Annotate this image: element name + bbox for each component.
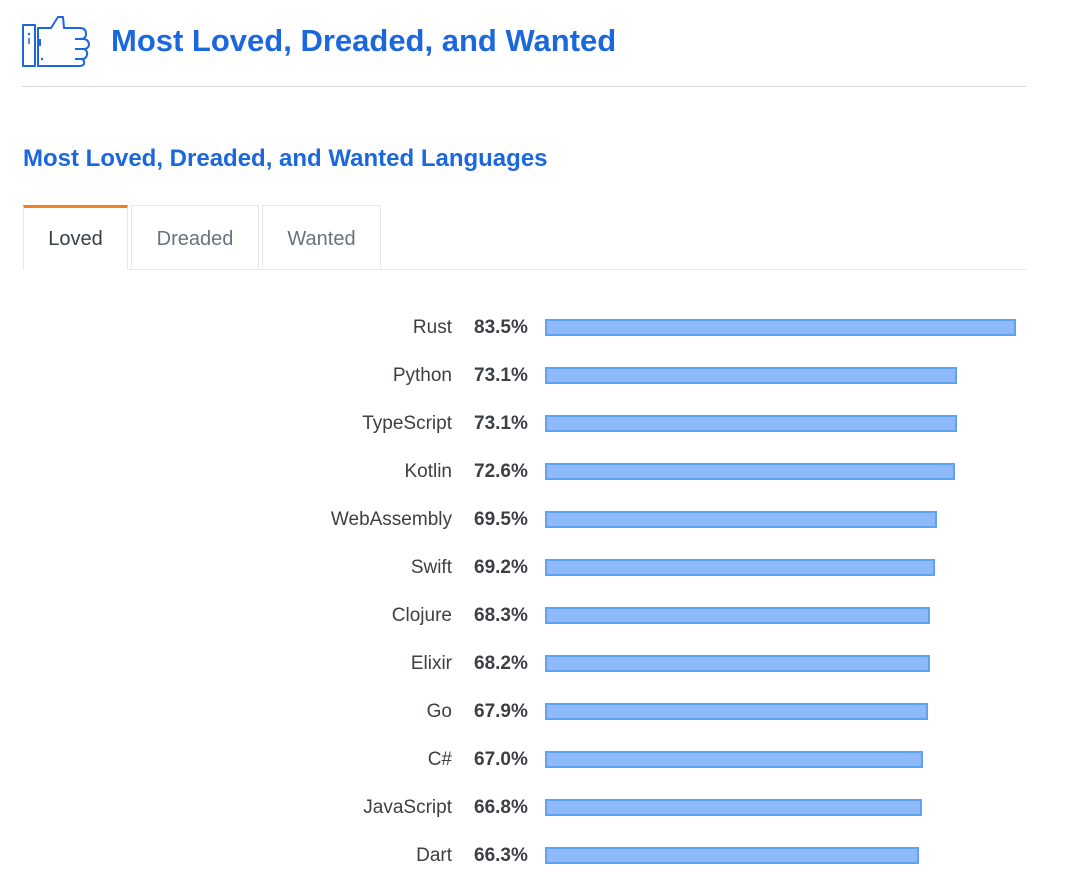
bar	[545, 751, 923, 768]
value-label: 66.8%	[474, 797, 528, 818]
page-header: Most Loved, Dreaded, and Wanted	[22, 14, 1026, 87]
bar	[545, 607, 930, 624]
value-label: 72.6%	[474, 461, 528, 482]
chart-row: WebAssembly 69.5%	[0, 492, 1075, 540]
category-label: Elixir	[410, 653, 452, 674]
value-label: 69.2%	[474, 557, 528, 578]
category-label: WebAssembly	[330, 509, 452, 530]
value-label: 83.5%	[474, 317, 528, 338]
chart-row: Python 73.1%	[0, 348, 1075, 396]
chart-row: Clojure 68.3%	[0, 588, 1075, 636]
value-label: 73.1%	[474, 413, 528, 434]
bar	[545, 319, 1016, 336]
category-label: Clojure	[391, 605, 452, 626]
value-label: 68.3%	[474, 605, 528, 626]
category-label: C#	[427, 749, 452, 770]
value-label: 69.5%	[474, 509, 528, 530]
chart-row: JavaScript 66.8%	[0, 780, 1075, 828]
chart-row: TypeScript 73.1%	[0, 396, 1075, 444]
chart-row: Rust 83.5%	[0, 300, 1075, 348]
bar	[545, 703, 928, 720]
value-label: 67.0%	[474, 749, 528, 770]
category-label: Go	[426, 701, 452, 722]
value-label: 68.2%	[474, 653, 528, 674]
bar	[545, 415, 957, 432]
bar	[545, 559, 935, 576]
value-label: 73.1%	[474, 365, 528, 386]
bar	[545, 799, 922, 816]
page: Most Loved, Dreaded, and Wanted Most Lov…	[0, 0, 1075, 879]
chart-row: Elixir 68.2%	[0, 636, 1075, 684]
tab-wanted[interactable]: Wanted	[262, 205, 381, 268]
chart-row: Dart 66.3%	[0, 828, 1075, 876]
category-label: Dart	[416, 845, 452, 866]
loved-languages-chart: Rust 83.5% Python 73.1% TypeScript 73.1% Kotli…	[0, 300, 1075, 879]
bar	[545, 511, 937, 528]
tab-loved[interactable]: Loved	[23, 205, 128, 270]
chart-row: Kotlin 72.6%	[0, 444, 1075, 492]
category-label: Rust	[412, 317, 452, 338]
bar	[545, 463, 955, 480]
tab-bar: Loved Dreaded Wanted	[23, 205, 1026, 270]
chart-row: Go 67.9%	[0, 684, 1075, 732]
bar	[545, 655, 930, 672]
value-label: 67.9%	[474, 701, 528, 722]
value-label: 66.3%	[474, 845, 528, 866]
category-label: Kotlin	[404, 461, 452, 482]
category-label: JavaScript	[363, 797, 452, 818]
bar	[545, 847, 919, 864]
bar	[545, 367, 957, 384]
category-label: TypeScript	[362, 413, 452, 434]
page-title: Most Loved, Dreaded, and Wanted	[111, 23, 617, 58]
thumbs-up-icon	[22, 16, 90, 67]
section-title: Most Loved, Dreaded, and Wanted Language…	[23, 145, 548, 172]
category-label: Swift	[410, 557, 452, 578]
chart-row: C# 67.0%	[0, 732, 1075, 780]
tab-dreaded[interactable]: Dreaded	[131, 205, 259, 268]
chart-row: Swift 69.2%	[0, 540, 1075, 588]
category-label: Python	[392, 365, 452, 386]
